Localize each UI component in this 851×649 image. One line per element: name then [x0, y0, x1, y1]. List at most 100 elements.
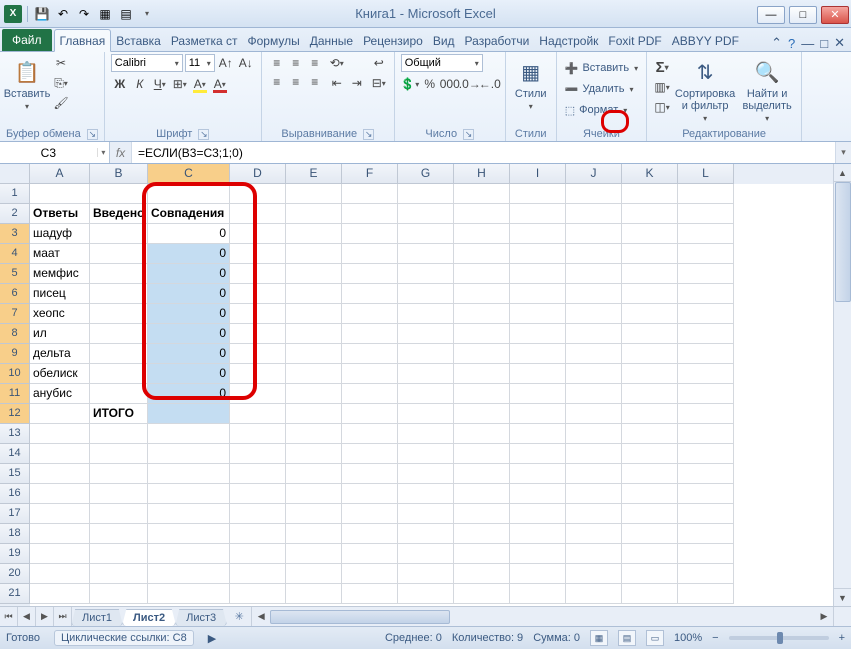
cell-A4[interactable]: маат	[30, 244, 90, 264]
cell-L18[interactable]	[678, 524, 734, 544]
redo-icon[interactable]: ↷	[75, 5, 93, 23]
cell-H3[interactable]	[454, 224, 510, 244]
qat-extra-icon[interactable]: ▦	[96, 5, 114, 23]
align-right-icon[interactable]: ≡	[306, 73, 324, 91]
cell-I21[interactable]	[510, 584, 566, 604]
tab-view[interactable]: Вид	[428, 30, 460, 51]
cell-F10[interactable]	[342, 364, 398, 384]
cell-K9[interactable]	[622, 344, 678, 364]
col-header-K[interactable]: K	[622, 164, 678, 184]
cell-B9[interactable]	[90, 344, 148, 364]
sort-filter-button[interactable]: ⇅ Сортировка и фильтр ▾	[675, 54, 735, 123]
cell-B20[interactable]	[90, 564, 148, 584]
cell-C17[interactable]	[148, 504, 230, 524]
row-header-3[interactable]: 3	[0, 224, 30, 244]
cell-L15[interactable]	[678, 464, 734, 484]
cell-A14[interactable]	[30, 444, 90, 464]
cell-H14[interactable]	[454, 444, 510, 464]
sheet-nav-first-icon[interactable]: ⏮	[0, 607, 18, 626]
cell-H9[interactable]	[454, 344, 510, 364]
cell-D1[interactable]	[230, 184, 286, 204]
cell-C4[interactable]: 0	[148, 244, 230, 264]
cell-I18[interactable]	[510, 524, 566, 544]
cell-A2[interactable]: Ответы	[30, 204, 90, 224]
tab-pagelayout[interactable]: Разметка ст	[166, 30, 243, 51]
doc-restore-icon[interactable]: □	[820, 36, 828, 51]
cell-J13[interactable]	[566, 424, 622, 444]
cell-L12[interactable]	[678, 404, 734, 424]
cell-L2[interactable]	[678, 204, 734, 224]
tab-formulas[interactable]: Формулы	[243, 30, 305, 51]
cell-D11[interactable]	[230, 384, 286, 404]
alignment-dialog-icon[interactable]: ↘	[363, 129, 374, 140]
tab-insert[interactable]: Вставка	[111, 30, 166, 51]
decrease-indent-icon[interactable]: ⇤	[328, 74, 346, 92]
cell-J8[interactable]	[566, 324, 622, 344]
cell-I6[interactable]	[510, 284, 566, 304]
cell-I16[interactable]	[510, 484, 566, 504]
col-header-G[interactable]: G	[398, 164, 454, 184]
name-box[interactable]: ▾	[0, 142, 110, 163]
cell-G3[interactable]	[398, 224, 454, 244]
col-header-I[interactable]: I	[510, 164, 566, 184]
cell-B7[interactable]	[90, 304, 148, 324]
styles-button[interactable]: ▦ Стили ▾	[512, 54, 550, 111]
cell-H10[interactable]	[454, 364, 510, 384]
cell-L19[interactable]	[678, 544, 734, 564]
cell-B3[interactable]	[90, 224, 148, 244]
cell-L6[interactable]	[678, 284, 734, 304]
align-middle-icon[interactable]: ≡	[287, 54, 305, 72]
cell-K14[interactable]	[622, 444, 678, 464]
col-header-C[interactable]: C	[148, 164, 230, 184]
cell-L17[interactable]	[678, 504, 734, 524]
cell-E5[interactable]	[286, 264, 342, 284]
cell-J16[interactable]	[566, 484, 622, 504]
cell-B10[interactable]	[90, 364, 148, 384]
row-header-9[interactable]: 9	[0, 344, 30, 364]
cell-J2[interactable]	[566, 204, 622, 224]
qat-extra2-icon[interactable]: ▤	[117, 5, 135, 23]
cell-D9[interactable]	[230, 344, 286, 364]
cell-L1[interactable]	[678, 184, 734, 204]
cell-I4[interactable]	[510, 244, 566, 264]
fill-color-icon[interactable]: A▾	[191, 75, 209, 93]
cell-I17[interactable]	[510, 504, 566, 524]
row-header-19[interactable]: 19	[0, 544, 30, 564]
grow-font-icon[interactable]: A↑	[217, 54, 235, 72]
cell-B8[interactable]	[90, 324, 148, 344]
cell-F14[interactable]	[342, 444, 398, 464]
row-header-11[interactable]: 11	[0, 384, 30, 404]
horizontal-scrollbar[interactable]: ◀ ▶	[251, 607, 833, 626]
cell-D16[interactable]	[230, 484, 286, 504]
row-header-15[interactable]: 15	[0, 464, 30, 484]
comma-icon[interactable]: 000	[441, 75, 459, 93]
insert-cells-button[interactable]: ➕Вставить▾	[563, 58, 640, 78]
cell-D20[interactable]	[230, 564, 286, 584]
cell-G20[interactable]	[398, 564, 454, 584]
cell-H11[interactable]	[454, 384, 510, 404]
cell-A5[interactable]: мемфис	[30, 264, 90, 284]
cell-D12[interactable]	[230, 404, 286, 424]
row-header-13[interactable]: 13	[0, 424, 30, 444]
cell-G7[interactable]	[398, 304, 454, 324]
cell-G19[interactable]	[398, 544, 454, 564]
maximize-button[interactable]: □	[789, 6, 817, 24]
cell-E15[interactable]	[286, 464, 342, 484]
scroll-up-icon[interactable]: ▲	[834, 164, 851, 182]
cell-L13[interactable]	[678, 424, 734, 444]
vscroll-thumb[interactable]	[835, 182, 851, 302]
row-header-1[interactable]: 1	[0, 184, 30, 204]
row-header-5[interactable]: 5	[0, 264, 30, 284]
cell-K10[interactable]	[622, 364, 678, 384]
cell-A20[interactable]	[30, 564, 90, 584]
cell-I3[interactable]	[510, 224, 566, 244]
cell-K2[interactable]	[622, 204, 678, 224]
row-header-2[interactable]: 2	[0, 204, 30, 224]
cell-K6[interactable]	[622, 284, 678, 304]
cell-A1[interactable]	[30, 184, 90, 204]
cell-A21[interactable]	[30, 584, 90, 604]
cell-B2[interactable]: Введено	[90, 204, 148, 224]
view-pagelayout-icon[interactable]: ▤	[618, 630, 636, 646]
cell-E8[interactable]	[286, 324, 342, 344]
cell-H2[interactable]	[454, 204, 510, 224]
